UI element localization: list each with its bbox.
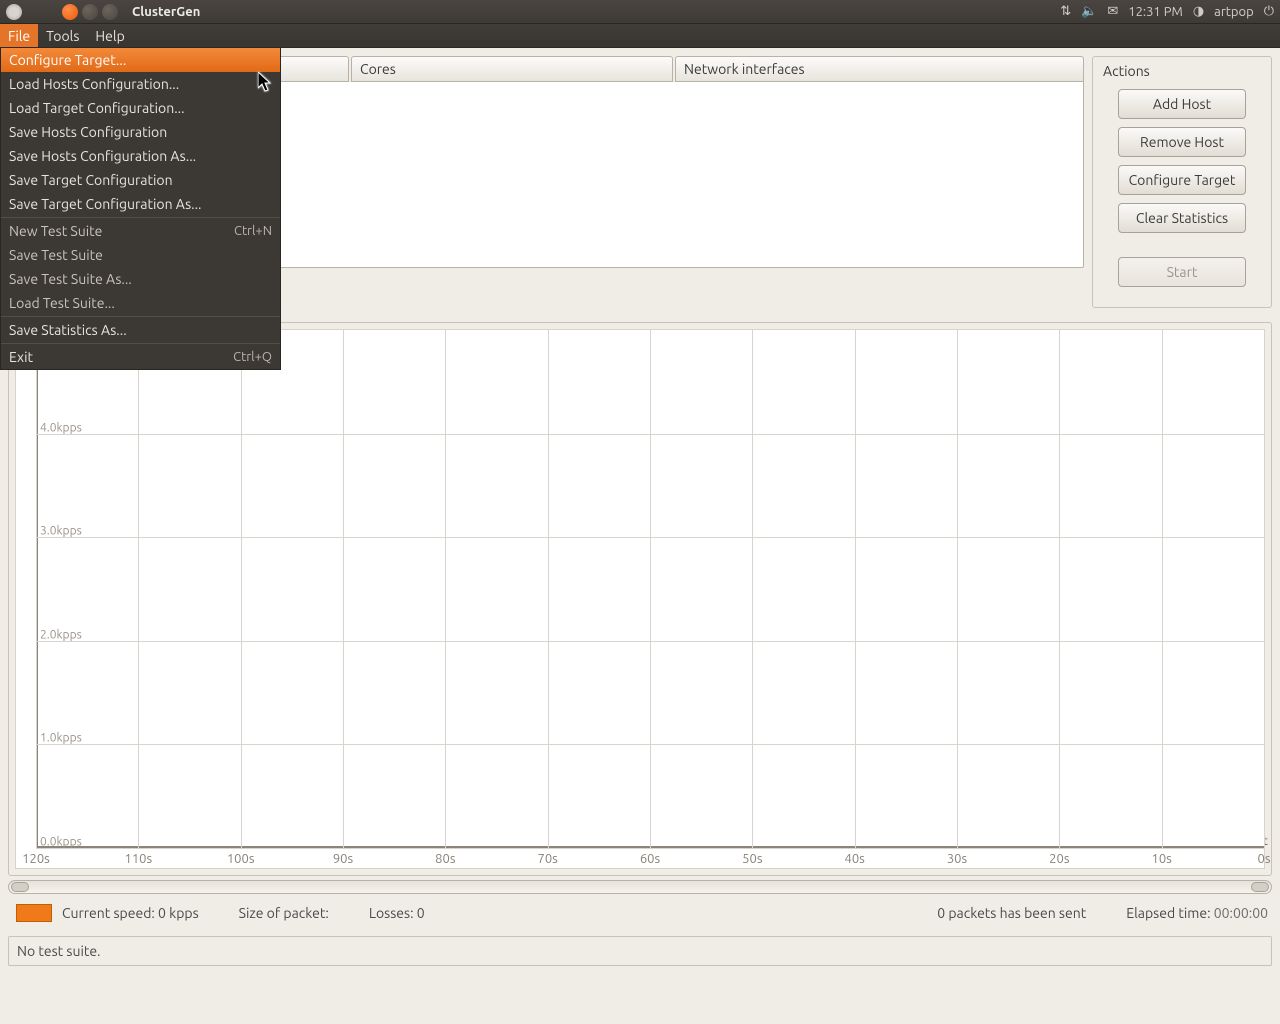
- chart-gridline-v: [548, 330, 549, 848]
- menu-tools[interactable]: Tools: [38, 24, 87, 47]
- chart-gridline-v: [445, 330, 446, 848]
- menu-load-hosts-config[interactable]: Load Hosts Configuration...: [1, 72, 280, 96]
- app-title: ClusterGen: [132, 5, 200, 19]
- menu-configure-target[interactable]: Configure Target...: [1, 48, 280, 72]
- menu-help[interactable]: Help: [87, 24, 132, 47]
- chart-x-tick: 0s: [1258, 852, 1271, 866]
- chart-x-tick: 40s: [845, 852, 865, 866]
- chart-gridline-v: [343, 330, 344, 848]
- user-menu-icon[interactable]: ◑: [1193, 4, 1204, 19]
- remove-host-button[interactable]: Remove Host: [1118, 127, 1246, 157]
- window-close-button[interactable]: [62, 4, 78, 20]
- power-icon[interactable]: ⏻: [1264, 4, 1274, 19]
- volume-icon[interactable]: 🔈: [1081, 4, 1097, 19]
- system-tray: ⇅ 🔈 ✉ 12:31 PM ◑ artpop ⏻: [1060, 4, 1274, 19]
- chart-gridline-v: [1264, 330, 1265, 848]
- chart-x-tick: 100s: [227, 852, 255, 866]
- window-minimize-button[interactable]: [82, 4, 98, 20]
- chart-panel: t 120s110s100s90s80s70s60s50s40s30s20s10…: [8, 322, 1272, 876]
- actions-panel: Actions Add Host Remove Host Configure T…: [1092, 56, 1272, 308]
- speed-color-swatch: [16, 904, 52, 922]
- actions-title: Actions: [1103, 63, 1263, 79]
- menu-bar: File Tools Help: [0, 24, 1280, 48]
- chart-gridline-v: [855, 330, 856, 848]
- chart-x-tick: 50s: [742, 852, 762, 866]
- mail-icon[interactable]: ✉: [1107, 4, 1118, 19]
- status-bar: No test suite.: [8, 936, 1272, 966]
- chart-y-tick: 4.0kpps: [40, 421, 82, 434]
- start-button[interactable]: Start: [1118, 257, 1246, 287]
- menu-save-hosts-config[interactable]: Save Hosts Configuration: [1, 120, 280, 144]
- packet-size: Size of packet:: [239, 905, 329, 921]
- menu-exit[interactable]: ExitCtrl+Q: [1, 345, 280, 369]
- stats-row: Current speed: 0 kpps Size of packet: Lo…: [0, 894, 1280, 928]
- chart-x-tick: 80s: [435, 852, 455, 866]
- menu-save-target-config[interactable]: Save Target Configuration: [1, 168, 280, 192]
- losses: Losses: 0: [369, 905, 425, 921]
- menu-save-hosts-config-as[interactable]: Save Hosts Configuration As...: [1, 144, 280, 168]
- chart-x-tick: 90s: [333, 852, 353, 866]
- menu-file[interactable]: File: [0, 24, 38, 47]
- chart-gridline-v: [138, 330, 139, 848]
- menu-load-test-suite[interactable]: Load Test Suite...: [1, 291, 280, 315]
- chart-gridline-h: [36, 434, 1264, 435]
- scrollbar-handle-right[interactable]: [1251, 882, 1269, 892]
- chart-x-tick: 110s: [125, 852, 153, 866]
- menu-separator: [1, 343, 280, 344]
- menu-save-test-suite[interactable]: Save Test Suite: [1, 243, 280, 267]
- menu-load-target-config[interactable]: Load Target Configuration...: [1, 96, 280, 120]
- chart-x-tick: 60s: [640, 852, 660, 866]
- speed-chart: t 120s110s100s90s80s70s60s50s40s30s20s10…: [15, 329, 1265, 869]
- add-host-button[interactable]: Add Host: [1118, 89, 1246, 119]
- username[interactable]: artpop: [1214, 5, 1254, 19]
- configure-target-button[interactable]: Configure Target: [1118, 165, 1246, 195]
- chart-x-tick: 70s: [538, 852, 558, 866]
- chart-y-tick: 0.0kpps: [40, 836, 82, 849]
- chart-range-scrollbar[interactable]: [8, 880, 1272, 894]
- chart-y-tick: 3.0kpps: [40, 525, 82, 538]
- chart-gridline-h: [36, 744, 1264, 745]
- chart-gridline-v: [36, 330, 37, 848]
- menu-save-target-config-as[interactable]: Save Target Configuration As...: [1, 192, 280, 216]
- chart-y-tick: 1.0kpps: [40, 732, 82, 745]
- menu-save-statistics-as[interactable]: Save Statistics As...: [1, 318, 280, 342]
- packets-sent: 0 packets has been sent: [937, 905, 1086, 921]
- system-top-panel: ClusterGen ⇅ 🔈 ✉ 12:31 PM ◑ artpop ⏻: [0, 0, 1280, 24]
- column-header-network-interfaces[interactable]: Network interfaces: [675, 56, 1084, 82]
- window-controls: [62, 4, 118, 20]
- menu-new-test-suite[interactable]: New Test SuiteCtrl+N: [1, 219, 280, 243]
- status-text: No test suite.: [17, 943, 101, 959]
- chart-x-tick: 120s: [22, 852, 50, 866]
- ubuntu-logo-icon[interactable]: [6, 4, 22, 20]
- menu-separator: [1, 217, 280, 218]
- menu-save-test-suite-as[interactable]: Save Test Suite As...: [1, 267, 280, 291]
- file-menu-dropdown: Configure Target... Load Hosts Configura…: [0, 48, 281, 370]
- chart-gridline-h: [36, 848, 1264, 849]
- current-speed: Current speed: 0 kpps: [62, 905, 199, 921]
- chart-gridline-h: [36, 641, 1264, 642]
- network-icon[interactable]: ⇅: [1060, 4, 1071, 19]
- window-maximize-button[interactable]: [102, 4, 118, 20]
- column-header-cores[interactable]: Cores: [351, 56, 673, 82]
- chart-x-tick: 10s: [1152, 852, 1172, 866]
- chart-gridline-v: [1059, 330, 1060, 848]
- chart-gridline-v: [1162, 330, 1163, 848]
- chart-gridline-v: [957, 330, 958, 848]
- clock[interactable]: 12:31 PM: [1128, 5, 1183, 19]
- scrollbar-handle-left[interactable]: [11, 882, 29, 892]
- chart-y-tick: 2.0kpps: [40, 628, 82, 641]
- chart-gridline-v: [241, 330, 242, 848]
- menu-separator: [1, 316, 280, 317]
- chart-gridline-v: [650, 330, 651, 848]
- chart-gridline-h: [36, 537, 1264, 538]
- chart-gridline-v: [752, 330, 753, 848]
- elapsed-time: Elapsed time: 00:00:00: [1126, 905, 1268, 921]
- chart-x-tick: 20s: [1049, 852, 1069, 866]
- chart-x-tick: 30s: [947, 852, 967, 866]
- clear-statistics-button[interactable]: Clear Statistics: [1118, 203, 1246, 233]
